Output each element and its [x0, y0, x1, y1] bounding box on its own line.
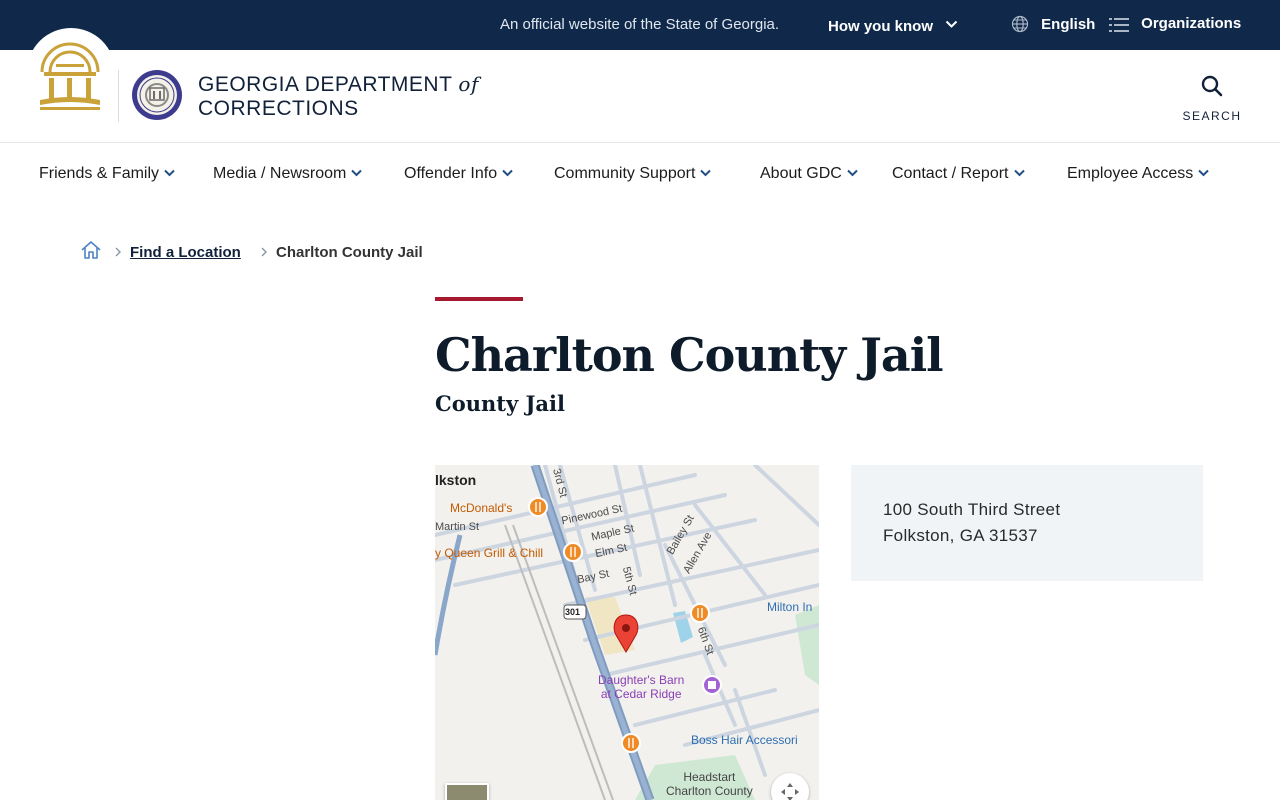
page-subtitle: County Jail — [435, 391, 565, 416]
agency-name-line1: GEORGIA DEPARTMENT — [198, 73, 453, 96]
map-label-headstart-1: Headstart — [683, 770, 736, 784]
map-label-boss-hair: Boss Hair Accessori — [691, 733, 798, 747]
map-label-dairy-queen: y Queen Grill & Chill — [435, 546, 544, 560]
nav-item-friends-family[interactable]: Friends & Family — [39, 164, 175, 183]
nav-item-offender-info[interactable]: Offender Info — [404, 164, 513, 183]
chevron-down-icon — [164, 164, 175, 182]
map-label-highway-301: 301 — [565, 607, 581, 617]
chevron-down-icon — [945, 16, 958, 33]
nav-item-about-gdc[interactable]: About GDC — [760, 164, 858, 183]
chevron-down-icon — [1013, 164, 1025, 182]
title-accent-line — [435, 297, 523, 301]
fullscreen-icon — [781, 783, 799, 800]
nav-item-contact-report[interactable]: Contact / Report — [892, 164, 1025, 183]
list-icon — [1109, 15, 1141, 32]
chevron-down-icon — [502, 164, 513, 182]
map-label-mcdonalds: McDonald's — [450, 501, 513, 515]
language-selector[interactable]: English — [1011, 15, 1095, 33]
nav-item-label: Community Support — [554, 165, 696, 182]
agency-name-line2: CORRECTIONS — [198, 97, 359, 120]
nav-item-label: Friends & Family — [39, 165, 160, 182]
address-street: 100 South Third Street — [883, 500, 1061, 519]
language-label: English — [1041, 16, 1096, 33]
map-label-daughters-barn-2: at Cedar Ridge — [600, 687, 682, 701]
agency-name[interactable]: GEORGIA DEPARTMENT of CORRECTIONS — [198, 72, 479, 121]
chevron-down-icon — [847, 164, 858, 182]
chevron-down-icon — [351, 164, 363, 182]
site-header: GEORGIA DEPARTMENT of CORRECTIONS SEARCH — [0, 28, 1280, 143]
search-label: SEARCH — [1182, 109, 1242, 123]
map-label-daughters-barn-1: Daughter's Barn — [598, 673, 685, 687]
agency-name-of: of — [458, 72, 479, 96]
nav-item-media-newsroom[interactable]: Media / Newsroom — [213, 164, 363, 183]
search-button[interactable]: SEARCH — [1180, 74, 1244, 123]
search-icon — [1200, 75, 1224, 102]
logo-divider — [118, 70, 119, 122]
nav-item-label: About GDC — [760, 165, 842, 182]
georgia-seal-icon — [40, 42, 100, 110]
address-city-state-zip: Folkston, GA 31537 — [883, 526, 1038, 545]
official-site-text: An official website of the State of Geor… — [500, 16, 780, 33]
breadcrumb-find-a-location[interactable]: Find a Location — [130, 244, 241, 261]
map-label-headstart: Headstart Charlton County — [666, 770, 753, 798]
nav-item-label: Media / Newsroom — [213, 165, 347, 182]
map-canvas — [435, 465, 819, 800]
nav-item-label: Employee Access — [1067, 165, 1194, 182]
chevron-right-icon — [260, 245, 268, 262]
how-you-know-label: How you know — [828, 18, 933, 35]
how-you-know-button[interactable]: How you know — [828, 16, 958, 35]
page-title: Charlton County Jail — [435, 328, 944, 382]
nav-item-community-support[interactable]: Community Support — [554, 164, 712, 183]
map-label-martin-st: Martin St — [435, 521, 480, 533]
nav-item-employee-access[interactable]: Employee Access — [1067, 164, 1209, 183]
location-map[interactable]: lkston McDonald's Martin St y Queen Gril… — [435, 465, 819, 800]
map-fullscreen-button[interactable] — [771, 773, 809, 800]
nav-item-label: Contact / Report — [892, 165, 1009, 182]
map-label-town: lkston — [435, 472, 477, 488]
map-label-milton: Milton In — [767, 600, 813, 614]
gdc-badge-icon[interactable] — [131, 69, 183, 126]
home-icon[interactable] — [80, 239, 102, 265]
nav-item-label: Offender Info — [404, 165, 498, 182]
organizations-label: Organizations — [1141, 15, 1242, 32]
address-card: 100 South Third Street Folkston, GA 3153… — [851, 465, 1203, 581]
chevron-right-icon — [114, 245, 122, 262]
georgia-seal-logo[interactable] — [27, 28, 115, 116]
official-banner: An official website of the State of Geor… — [0, 0, 1280, 50]
chevron-down-icon — [700, 164, 712, 182]
chevron-down-icon — [1198, 164, 1209, 182]
map-satellite-toggle[interactable] — [445, 783, 489, 800]
map-label-daughters-barn: Daughter's Barn at Cedar Ridge — [598, 673, 684, 701]
main-navigation: Friends & Family Media / Newsroom Offend… — [0, 143, 1280, 205]
breadcrumb-current: Charlton County Jail — [276, 244, 423, 261]
map-label-headstart-2: Charlton County — [666, 784, 753, 798]
organizations-menu[interactable]: Organizations — [1109, 15, 1241, 32]
globe-icon — [1011, 15, 1041, 33]
